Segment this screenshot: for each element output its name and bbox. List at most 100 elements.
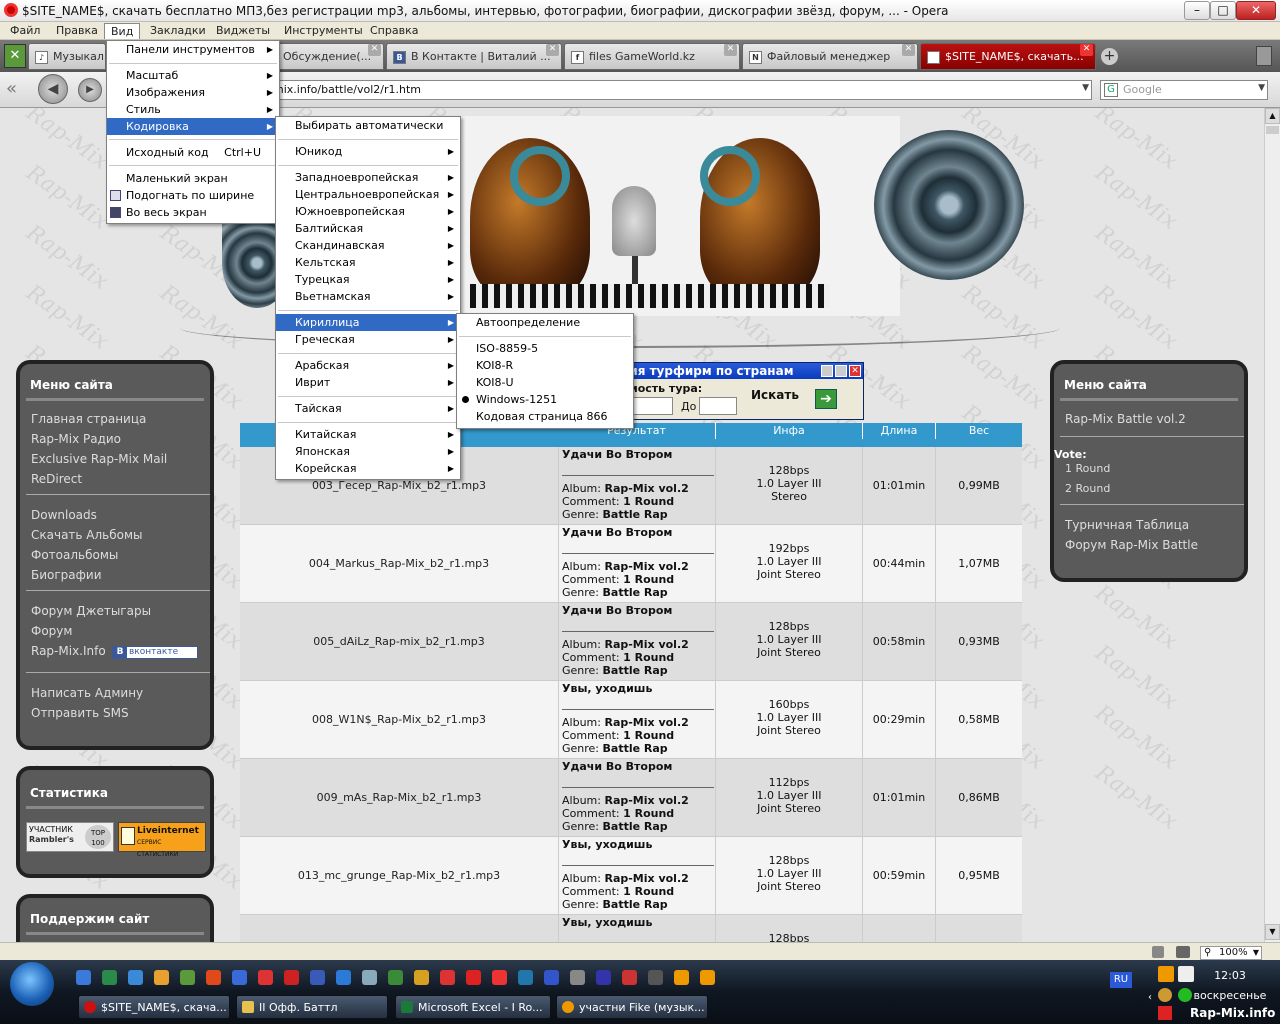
- view-menu-small-screen[interactable]: Маленький экран: [107, 170, 279, 187]
- encoding-item[interactable]: Вьетнамская ▶: [276, 288, 460, 305]
- encoding-item[interactable]: Корейская ▶: [276, 460, 460, 477]
- zoom-control[interactable]: ⚲ 100% ▼: [1200, 946, 1262, 960]
- encoding-item[interactable]: Греческая ▶: [276, 331, 460, 348]
- tab-close-icon[interactable]: ✕: [546, 44, 559, 56]
- arrow-right-icon[interactable]: ➔: [815, 389, 837, 409]
- quick-launch-icon[interactable]: [648, 970, 663, 985]
- close-button[interactable]: ✕: [1236, 1, 1276, 20]
- track-filename[interactable]: 004_Markus_Rap-Mix_b2_r1.mp3: [240, 525, 558, 603]
- tab-music[interactable]: ♪ Музыкаль: [28, 43, 106, 70]
- quick-launch-icon[interactable]: [544, 970, 559, 985]
- quick-launch-icon[interactable]: [258, 970, 273, 985]
- encoding-item[interactable]: Арабская ▶: [276, 357, 460, 374]
- cyrillic-item[interactable]: Windows-1251: [457, 391, 633, 408]
- link-round-2[interactable]: 2 Round: [1065, 482, 1110, 495]
- encoding-item[interactable]: Кельтская ▶: [276, 254, 460, 271]
- quick-launch-icon[interactable]: [700, 970, 715, 985]
- cyrillic-item[interactable]: Автоопределение: [457, 314, 633, 331]
- quick-launch-icon[interactable]: [310, 970, 325, 985]
- link-round-1[interactable]: 1 Round: [1065, 462, 1110, 475]
- price-to-input[interactable]: [699, 397, 737, 415]
- link-albums[interactable]: Скачать Альбомы: [31, 528, 211, 548]
- address-dropdown-icon[interactable]: ▼: [1082, 83, 1089, 93]
- quick-launch-icon[interactable]: [596, 970, 611, 985]
- link-forum-jetygara[interactable]: Форум Джетыгары: [31, 604, 211, 624]
- link-downloads[interactable]: Downloads: [31, 508, 211, 528]
- menu-bookmarks[interactable]: Закладки: [150, 24, 206, 37]
- tab-vkontakte[interactable]: B В Контакте | Виталий ... ✕: [386, 43, 562, 70]
- popup-minimize-icon[interactable]: [821, 365, 833, 377]
- quick-launch-icon[interactable]: [466, 970, 481, 985]
- quick-launch-icon[interactable]: [284, 970, 299, 985]
- zoom-dropdown-icon[interactable]: ▼: [1253, 947, 1259, 959]
- encoding-item[interactable]: Китайская ▶: [276, 426, 460, 443]
- encoding-item[interactable]: Юникод ▶: [276, 143, 460, 160]
- quick-launch-icon[interactable]: [622, 970, 637, 985]
- vertical-scrollbar[interactable]: ▲ ▼: [1264, 108, 1280, 942]
- track-filename[interactable]: 013_mc_grunge_Rap-Mix_b2_r1.mp3: [240, 837, 558, 915]
- tab-current[interactable]: N $SITE_NAME$, скачать... ✕: [920, 43, 1096, 70]
- link-home[interactable]: Главная страница: [31, 412, 211, 432]
- popup-close-icon[interactable]: ✕: [849, 365, 861, 377]
- quick-launch-icon[interactable]: [414, 970, 429, 985]
- cyrillic-item[interactable]: KOI8-U: [457, 374, 633, 391]
- link-photos[interactable]: Фотоальбомы: [31, 548, 211, 568]
- cyrillic-item[interactable]: Кодовая страница 866: [457, 408, 633, 425]
- cyrillic-item[interactable]: KOI8-R: [457, 357, 633, 374]
- track-filename[interactable]: 005_dAiLz_Rap-mix_b2_r1.mp3: [240, 603, 558, 681]
- track-filename[interactable]: 009_mAs_Rap-Mix_b2_r1.mp3: [240, 759, 558, 837]
- encoding-item[interactable]: Тайская ▶: [276, 400, 460, 417]
- link-mail[interactable]: Exclusive Rap-Mix Mail: [31, 452, 211, 472]
- camera-icon[interactable]: [1176, 946, 1190, 958]
- encoding-item[interactable]: Центральноевропейская ▶: [276, 186, 460, 203]
- view-menu-fullscreen[interactable]: Во весь экран: [107, 204, 279, 221]
- quick-launch-icon[interactable]: [388, 970, 403, 985]
- quick-launch-icon[interactable]: [128, 970, 143, 985]
- encoding-item[interactable]: Турецкая ▶: [276, 271, 460, 288]
- view-menu-fit-width[interactable]: Подогнать по ширине: [107, 187, 279, 204]
- tab-gameworld[interactable]: f files GameWorld.kz ✕: [564, 43, 740, 70]
- tray-expand-icon[interactable]: ‹: [1148, 992, 1152, 1003]
- encoding-item[interactable]: Балтийская ▶: [276, 220, 460, 237]
- search-field[interactable]: G Google ▼: [1100, 80, 1268, 100]
- encoding-item[interactable]: Кириллица ▶: [276, 314, 460, 331]
- scroll-down-icon[interactable]: ▼: [1265, 924, 1280, 940]
- link-send-sms[interactable]: Отправить SMS: [31, 706, 211, 726]
- liveinternet-badge[interactable]: Liveinternet СЕРВИС СТАТИСТИКИ: [118, 822, 206, 858]
- taskbar-item-excel[interactable]: Microsoft Excel - I Ro...: [395, 995, 551, 1019]
- menu-help[interactable]: Справка: [370, 24, 418, 37]
- view-menu-encoding[interactable]: Кодировка ▶: [107, 118, 279, 135]
- rambler-top100-badge[interactable]: УЧАСТНИК Rambler's TOP 100: [26, 822, 114, 852]
- quick-launch-icon[interactable]: [362, 970, 377, 985]
- quick-launch-icon[interactable]: [180, 970, 195, 985]
- track-filename[interactable]: [240, 915, 558, 942]
- tab-close-icon[interactable]: ✕: [368, 44, 381, 56]
- minimize-button[interactable]: –: [1184, 1, 1210, 20]
- panel-icon[interactable]: [1152, 946, 1164, 958]
- maximize-button[interactable]: □: [1210, 1, 1236, 20]
- taskbar-item-folder[interactable]: II Офф. Баттл: [236, 995, 388, 1019]
- taskbar-item-aimp[interactable]: участни Fike (музык...: [556, 995, 708, 1019]
- menu-file[interactable]: Файл: [10, 24, 40, 37]
- scroll-thumb[interactable]: [1266, 126, 1279, 134]
- tab-close-icon[interactable]: ✕: [724, 44, 737, 56]
- quick-launch-icon[interactable]: [336, 970, 351, 985]
- tab-close-icon[interactable]: ✕: [902, 44, 915, 56]
- language-indicator[interactable]: RU: [1110, 972, 1132, 988]
- rewind-icon[interactable]: «: [6, 76, 30, 102]
- tab-close-icon[interactable]: ✕: [1080, 44, 1093, 56]
- address-field[interactable]: mix.info/battle/vol2/r1.htm ▼: [268, 80, 1092, 100]
- menu-edit[interactable]: Правка: [56, 24, 98, 37]
- link-bios[interactable]: Биографии: [31, 568, 211, 588]
- encoding-item[interactable]: Западноевропейская ▶: [276, 169, 460, 186]
- tray-network-icon[interactable]: [1158, 988, 1172, 1002]
- view-menu-style[interactable]: Стиль ▶: [107, 101, 279, 118]
- menu-view[interactable]: Вид: [104, 23, 141, 39]
- quick-launch-icon[interactable]: [154, 970, 169, 985]
- quick-launch-icon[interactable]: [492, 970, 507, 985]
- quick-launch-icon[interactable]: [518, 970, 533, 985]
- quick-launch-icon[interactable]: [674, 970, 689, 985]
- clock[interactable]: 12:03 воскресенье: [1190, 966, 1270, 1006]
- quick-launch-icon[interactable]: [102, 970, 117, 985]
- new-tab-icon[interactable]: +: [1101, 48, 1118, 65]
